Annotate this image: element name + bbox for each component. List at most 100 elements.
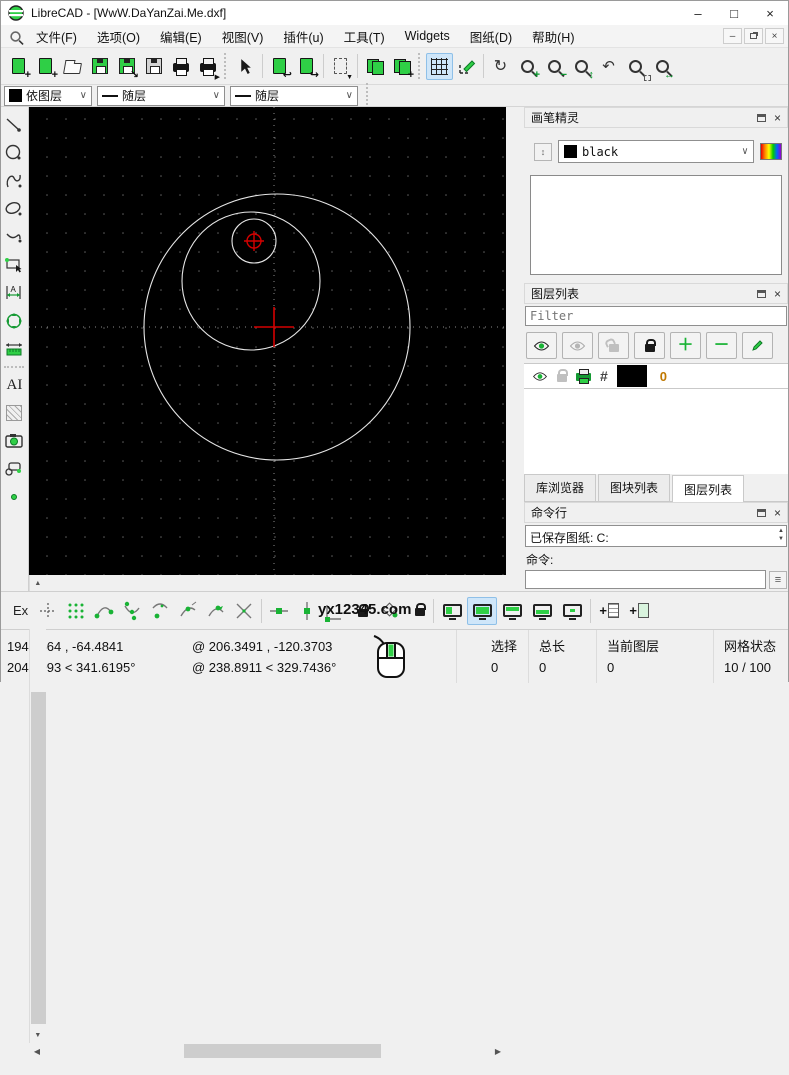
toolbar-handle[interactable] xyxy=(224,53,229,79)
snap-entity-button[interactable] xyxy=(118,597,146,625)
dock-top-toggle-button[interactable] xyxy=(497,597,527,625)
layer-color-swatch[interactable] xyxy=(617,365,647,387)
add-widget-button[interactable]: + xyxy=(624,597,654,625)
save-all-button[interactable] xyxy=(140,53,167,80)
mdi-child-icon[interactable] xyxy=(10,31,20,41)
image-tool-button[interactable] xyxy=(1,427,27,455)
exclusive-snap-button[interactable]: Ex xyxy=(7,603,34,618)
snap-intersection-button[interactable] xyxy=(230,597,258,625)
restrict-horizontal-button[interactable] xyxy=(265,597,293,625)
new-file-button[interactable]: + xyxy=(5,53,32,80)
redraw-button[interactable]: ↻ xyxy=(487,53,514,80)
layer-filter-input[interactable] xyxy=(525,306,787,326)
save-button[interactable] xyxy=(86,53,113,80)
spin-down-icon[interactable]: ▼ xyxy=(778,535,784,543)
pen-color-dropdown[interactable]: black ∨ xyxy=(558,140,754,163)
float-panel-icon[interactable] xyxy=(757,114,766,122)
hatch-tool-button[interactable] xyxy=(1,399,27,427)
modify-tool-button[interactable] xyxy=(1,307,27,335)
menu-options[interactable]: 选项(O) xyxy=(87,24,150,49)
window-new-button[interactable]: + xyxy=(388,53,415,80)
tab-library-browser[interactable]: 库浏览器 xyxy=(524,474,596,501)
close-panel-icon[interactable]: × xyxy=(774,288,781,300)
add-toolbar-button[interactable]: + xyxy=(594,597,624,625)
tab-block-list[interactable]: 图块列表 xyxy=(598,474,670,501)
menu-view[interactable]: 视图(V) xyxy=(212,24,274,49)
color-dropdown[interactable]: 依图层 ∨ xyxy=(4,86,92,106)
window-cascade-button[interactable] xyxy=(361,53,388,80)
edit-layer-button[interactable] xyxy=(742,332,773,359)
show-all-layers-button[interactable] xyxy=(526,332,557,359)
snap-center-button[interactable] xyxy=(146,597,174,625)
select-tool-button[interactable] xyxy=(1,251,27,279)
vertical-scrollbar[interactable]: ▲ ▼ xyxy=(29,575,46,1043)
snap-endpoint-button[interactable] xyxy=(90,597,118,625)
measure-tool-button[interactable] xyxy=(1,335,27,363)
dock-right-toggle-button[interactable] xyxy=(467,597,497,625)
history-scroll-spinner[interactable]: ▲▼ xyxy=(776,526,786,545)
undo-button[interactable]: ↩ xyxy=(266,53,293,80)
snap-grid-button[interactable] xyxy=(62,597,90,625)
zoom-window-button[interactable] xyxy=(622,53,649,80)
grid-toggle-button[interactable] xyxy=(426,53,453,80)
pen-wizard-list[interactable] xyxy=(530,175,782,275)
layer-lock-icon[interactable] xyxy=(557,374,567,382)
save-as-button[interactable]: ↘ xyxy=(113,53,140,80)
close-panel-icon[interactable]: × xyxy=(774,507,781,519)
float-panel-icon[interactable] xyxy=(757,290,766,298)
menu-tools[interactable]: 工具(T) xyxy=(334,24,395,49)
maximize-button[interactable]: □ xyxy=(716,1,752,25)
toolbar-handle[interactable] xyxy=(418,53,423,79)
dock-left-toggle-button[interactable] xyxy=(437,597,467,625)
zoom-in-button[interactable]: + xyxy=(514,53,541,80)
dimension-tool-button[interactable]: A xyxy=(1,279,27,307)
close-panel-icon[interactable]: × xyxy=(774,112,781,124)
toolbar-handle[interactable] xyxy=(366,83,371,109)
zoom-pan-button[interactable]: ↔ xyxy=(649,53,676,80)
tab-layer-list[interactable]: 图层列表 xyxy=(672,475,744,502)
snap-free-button[interactable] xyxy=(34,597,62,625)
print-preview-button[interactable]: ▶ xyxy=(194,53,221,80)
command-menu-button[interactable]: ≡ xyxy=(769,571,787,589)
new-from-template-button[interactable]: + xyxy=(32,53,59,80)
menu-drawings[interactable]: 图纸(D) xyxy=(460,24,522,49)
add-layer-button[interactable]: ＋ xyxy=(670,332,701,359)
open-file-button[interactable] xyxy=(59,53,86,80)
remove-layer-button[interactable]: － xyxy=(706,332,737,359)
layer-print-icon[interactable] xyxy=(576,373,591,381)
ellipse-tool-button[interactable] xyxy=(1,195,27,223)
zoom-auto-button[interactable]: ↕ xyxy=(568,53,595,80)
lock-all-layers-button[interactable] xyxy=(634,332,665,359)
menu-file[interactable]: 文件(F) xyxy=(26,24,87,49)
block-tool-button[interactable] xyxy=(1,455,27,483)
width-dropdown[interactable]: 随层 ∨ xyxy=(97,86,225,106)
menu-widgets[interactable]: Widgets xyxy=(395,26,460,46)
mdi-minimize-button[interactable]: – xyxy=(723,28,742,44)
polyline-tool-button[interactable] xyxy=(1,223,27,251)
point-tool-button[interactable] xyxy=(1,483,27,511)
layer-construction-icon[interactable]: # xyxy=(600,368,608,384)
drawing-canvas[interactable] xyxy=(29,107,506,575)
text-tool-button[interactable]: AI xyxy=(1,371,27,399)
menu-help[interactable]: 帮助(H) xyxy=(522,24,584,49)
redo-button[interactable]: ↪ xyxy=(293,53,320,80)
unlock-all-layers-button[interactable] xyxy=(598,332,629,359)
hide-all-layers-button[interactable] xyxy=(562,332,593,359)
curve-tool-button[interactable] xyxy=(1,167,27,195)
command-input[interactable] xyxy=(525,570,766,589)
scroll-up-arrow[interactable]: ▲ xyxy=(30,575,46,591)
menu-edit[interactable]: 编辑(E) xyxy=(150,24,212,49)
scroll-left-arrow[interactable]: ◀ xyxy=(29,1047,45,1056)
vertical-scroll-thumb[interactable] xyxy=(31,692,46,1024)
horizontal-scrollbar[interactable]: ◀ ▶ xyxy=(29,1043,506,1059)
float-panel-icon[interactable] xyxy=(757,509,766,517)
circle-tool-button[interactable] xyxy=(1,139,27,167)
horizontal-scroll-thumb[interactable] xyxy=(184,1044,381,1058)
color-palette-button[interactable] xyxy=(760,143,782,160)
scroll-right-arrow[interactable]: ▶ xyxy=(490,1047,506,1056)
snap-middle-button[interactable] xyxy=(174,597,202,625)
scroll-down-arrow[interactable]: ▼ xyxy=(30,1027,46,1043)
mdi-close-button[interactable]: × xyxy=(765,28,784,44)
zoom-out-button[interactable]: − xyxy=(541,53,568,80)
close-button[interactable]: × xyxy=(752,1,788,25)
